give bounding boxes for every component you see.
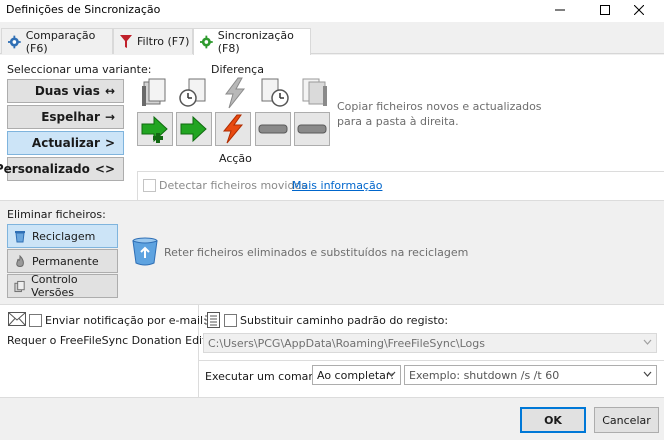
action-create-right-button[interactable] [137, 112, 173, 146]
custom-arrows-icon: <> [94, 162, 115, 176]
more-info-link[interactable]: Mais informação [292, 179, 382, 192]
variant-heading: Seleccionar uma variante: [7, 63, 152, 76]
gear-icon [200, 35, 213, 49]
update-right-icon [180, 115, 207, 143]
sync-description: Copiar ficheiros novos e actualizados pa… [337, 100, 542, 128]
detect-moved-checkbox[interactable] [143, 179, 156, 192]
right-arrow-icon: → [104, 110, 115, 124]
action-heading: Acção [219, 152, 252, 165]
action-none-button-2[interactable] [294, 112, 330, 146]
action-none-button-1[interactable] [255, 112, 291, 146]
divider [0, 200, 664, 201]
no-action-icon [258, 124, 288, 134]
difference-heading: Diferença [211, 63, 264, 76]
delete-description: Reter ficheiros eliminados e substituído… [164, 246, 469, 259]
recycle-bin-icon [132, 237, 158, 266]
command-trigger-select[interactable]: Ao completar: [312, 365, 401, 385]
divider [0, 397, 664, 398]
two-way-arrow-icon: ↔ [104, 84, 115, 98]
delete-heading: Eliminar ficheiros: [7, 208, 106, 221]
variant-mirror-button[interactable]: Espelhar → [7, 105, 124, 129]
tab-synchronization[interactable]: Sincronização (F8) [193, 28, 311, 55]
command-trigger-value: Ao completar: [317, 368, 394, 382]
command-input[interactable]: Exemplo: shutdown /s /t 60 [404, 365, 657, 385]
delete-versioning-label: Controlo Versões [31, 273, 78, 299]
maximize-icon [600, 5, 610, 15]
chevron-down-icon [643, 371, 652, 377]
tab-synchronization-label: Sincronização (F8) [217, 29, 294, 55]
delete-permanent-label: Permanente [32, 254, 99, 268]
left-newer-file-icon [179, 78, 206, 107]
notify-email-checkbox[interactable] [29, 314, 42, 327]
delete-versioning-button[interactable]: Controlo Versões [7, 273, 118, 299]
create-right-icon [141, 115, 168, 143]
detect-moved-label: Detectar ficheiros movidos [159, 179, 307, 192]
variant-update-button[interactable]: Actualizar > [7, 131, 124, 155]
right-only-file-icon [302, 78, 327, 106]
variant-update-label: Actualizar [31, 136, 100, 150]
flame-icon [16, 254, 24, 267]
email-icon [8, 312, 26, 326]
tab-strip: Comparação (F6) Filtro (F7) Sincronizaçã… [0, 28, 664, 55]
minimize-icon [555, 9, 565, 11]
command-placeholder: Exemplo: shutdown /s /t 60 [409, 368, 560, 382]
tab-filter-label: Filtro (F7) [137, 35, 190, 48]
maximize-button[interactable] [590, 0, 620, 20]
delete-permanent-button[interactable]: Permanente [7, 249, 118, 273]
no-action-icon [297, 124, 327, 134]
variant-custom-button[interactable]: Personalizado <> [0, 157, 124, 181]
log-path-field[interactable]: C:\Users\PCG\AppData\Roaming\FreeFileSyn… [203, 333, 657, 353]
right-newer-file-icon [261, 78, 289, 107]
close-icon [634, 5, 644, 15]
close-button[interactable] [624, 0, 654, 20]
minimize-button[interactable] [545, 0, 575, 20]
left-only-file-icon [142, 78, 166, 106]
cancel-button[interactable]: Cancelar [594, 407, 659, 433]
divider [137, 171, 664, 172]
delete-recycle-label: Reciclagem [32, 229, 96, 243]
delete-recycle-button[interactable]: Reciclagem [7, 224, 118, 248]
variant-two-way-label: Duas vias [34, 84, 100, 98]
chevron-right-icon: > [104, 136, 115, 150]
window-title: Definições de Sincronização [6, 3, 161, 16]
title-bar: Definições de Sincronização [0, 0, 664, 22]
log-path-value: C:\Users\PCG\AppData\Roaming\FreeFileSyn… [208, 336, 486, 350]
action-update-right-button[interactable] [176, 112, 212, 146]
action-conflict-button[interactable] [215, 112, 251, 146]
filter-icon [120, 35, 132, 48]
variant-custom-label: Personalizado [0, 162, 90, 176]
different-file-icon [225, 77, 246, 109]
tab-filter[interactable]: Filtro (F7) [113, 28, 193, 54]
gear-icon [8, 35, 21, 48]
notify-email-label: Enviar notificação por e-mail: [45, 314, 207, 327]
override-log-path-checkbox[interactable] [224, 314, 237, 327]
divider [137, 171, 138, 200]
log-file-icon [205, 312, 220, 328]
chevron-down-icon [643, 339, 652, 345]
tab-comparison[interactable]: Comparação (F6) [1, 28, 113, 55]
override-log-path-label: Substituir caminho padrão do registo: [240, 314, 449, 327]
conflict-icon [222, 114, 244, 144]
ok-button[interactable]: OK [520, 407, 586, 433]
tab-comparison-label: Comparação (F6) [25, 28, 96, 55]
divider [199, 360, 664, 361]
chevron-down-icon [387, 371, 396, 377]
versioning-icon [14, 280, 25, 292]
variant-two-way-button[interactable]: Duas vias ↔ [7, 79, 124, 103]
donation-note: Requer o FreeFileSync Donation Edition [7, 334, 224, 347]
recycle-bin-icon [15, 230, 25, 242]
variant-mirror-label: Espelhar [41, 110, 100, 124]
